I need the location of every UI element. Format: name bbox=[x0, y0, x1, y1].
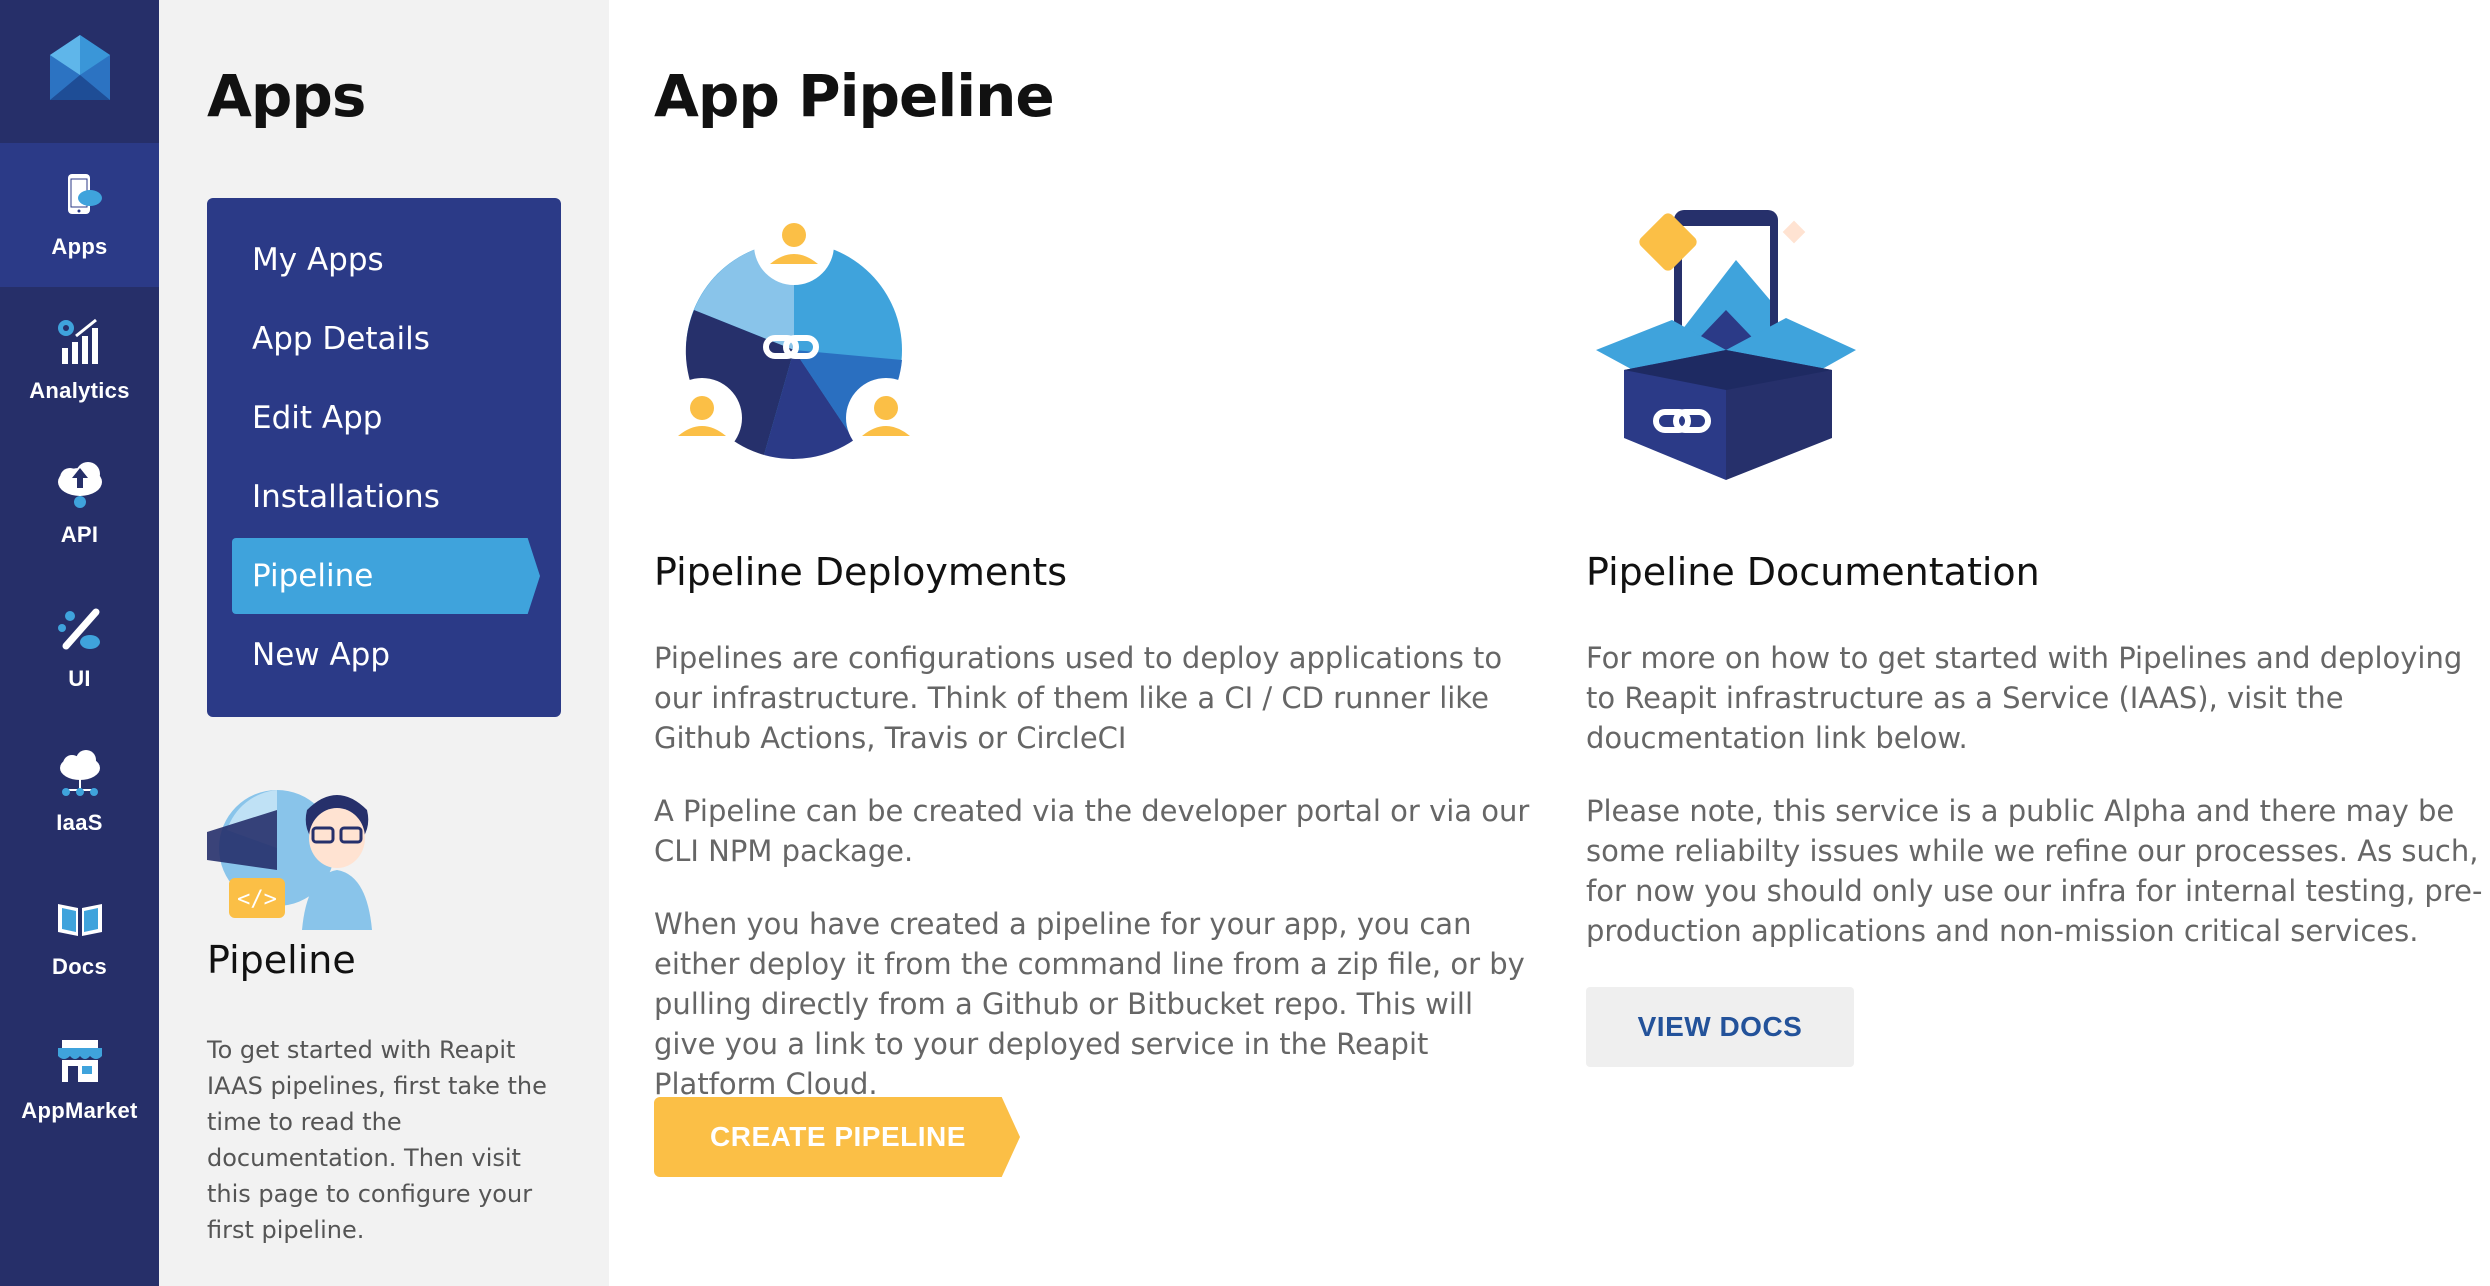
deployments-body: Pipelines are configurations used to dep… bbox=[654, 638, 1534, 1137]
page-title: App Pipeline bbox=[654, 62, 1055, 130]
book-icon bbox=[57, 904, 102, 936]
deployments-paragraph: When you have created a pipeline for you… bbox=[654, 907, 1525, 1101]
nav-item-ui[interactable]: UI bbox=[0, 575, 159, 719]
nav-item-api[interactable]: API bbox=[0, 431, 159, 575]
nav-item-label: Apps bbox=[51, 234, 108, 259]
secondary-title: Apps bbox=[207, 62, 366, 130]
nav-item-label: API bbox=[60, 522, 99, 547]
nav-item-apps[interactable]: Apps bbox=[0, 143, 159, 287]
main-nav: Apps Analytics API UI IaaS Docs AppMarke… bbox=[0, 0, 159, 1286]
deployments-paragraph: Pipelines are configurations used to dep… bbox=[654, 641, 1503, 755]
nav-item-analytics[interactable]: Analytics bbox=[0, 287, 159, 431]
documentation-title: Pipeline Documentation bbox=[1586, 550, 2040, 594]
menu-item-new-app[interactable]: New App bbox=[232, 617, 540, 693]
nav-item-label: UI bbox=[68, 666, 91, 691]
nav-item-label: Analytics bbox=[29, 378, 130, 403]
nav-item-appmarket[interactable]: AppMarket bbox=[0, 1007, 159, 1151]
cloud-network-icon bbox=[59, 750, 100, 796]
nav-item-label: AppMarket bbox=[21, 1098, 138, 1123]
storefront-icon bbox=[57, 1040, 102, 1082]
paint-brush-icon bbox=[57, 608, 100, 650]
app-box-illustration-icon bbox=[1596, 210, 1856, 480]
nav-item-label: Docs bbox=[52, 954, 107, 979]
create-pipeline-button[interactable]: CREATE PIPELINE bbox=[654, 1097, 1020, 1177]
deployments-paragraph: A Pipeline can be created via the develo… bbox=[654, 794, 1530, 868]
menu-item-edit-app[interactable]: Edit App bbox=[232, 380, 540, 456]
nav-item-label: IaaS bbox=[56, 810, 103, 835]
menu-item-app-details[interactable]: App Details bbox=[232, 301, 540, 377]
nav-item-docs[interactable]: Docs bbox=[0, 863, 159, 1007]
secondary-panel: Apps My Apps App Details Edit App Instal… bbox=[159, 0, 609, 1286]
developer-illustration-icon: </> bbox=[207, 790, 372, 930]
section-title: Pipeline bbox=[207, 938, 356, 982]
deployments-title: Pipeline Deployments bbox=[654, 550, 1068, 594]
menu-item-installations[interactable]: Installations bbox=[232, 459, 540, 535]
view-docs-button[interactable]: VIEW DOCS bbox=[1586, 987, 1854, 1067]
nav-item-iaas[interactable]: IaaS bbox=[0, 719, 159, 863]
section-description: To get started with Reapit IAAS pipeline… bbox=[207, 1036, 547, 1244]
menu-item-pipeline[interactable]: Pipeline bbox=[232, 538, 540, 614]
svg-text:</>: </> bbox=[237, 887, 277, 912]
apps-menu: My Apps App Details Edit App Installatio… bbox=[207, 198, 561, 717]
documentation-paragraph: For more on how to get started with Pipe… bbox=[1586, 641, 2463, 755]
menu-item-my-apps[interactable]: My Apps bbox=[232, 222, 540, 298]
team-link-illustration-icon bbox=[662, 205, 926, 459]
mobile-app-icon bbox=[67, 174, 102, 214]
cloud-upload-icon bbox=[57, 462, 102, 508]
analytics-icon bbox=[57, 318, 98, 364]
documentation-paragraph: Please note, this service is a public Al… bbox=[1586, 794, 2483, 948]
documentation-body: For more on how to get started with Pipe… bbox=[1586, 638, 2486, 984]
reapit-logo-icon[interactable] bbox=[40, 30, 120, 110]
